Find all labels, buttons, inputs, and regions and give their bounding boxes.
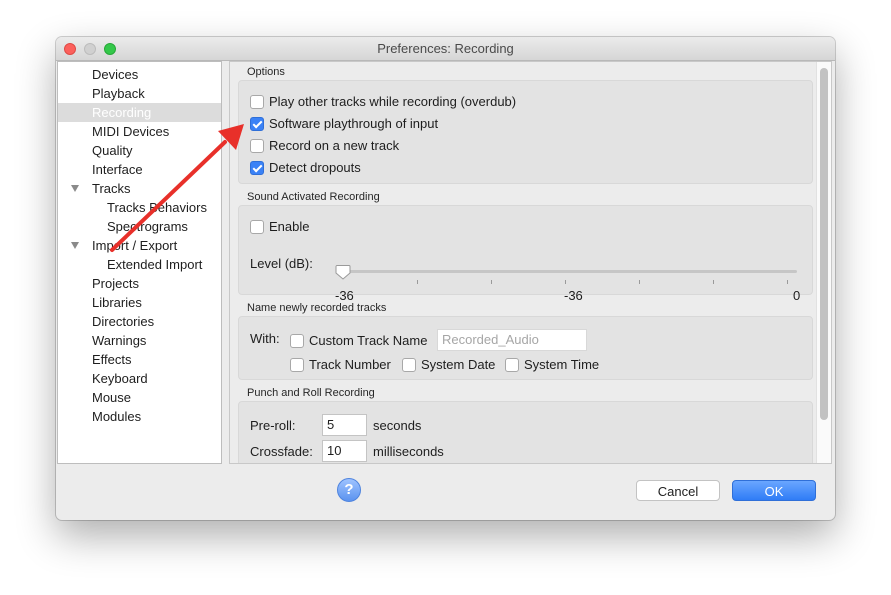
window-title: Preferences: Recording: [377, 41, 514, 56]
sidebar-item-label: Interface: [92, 162, 143, 177]
slider-tick: [565, 280, 566, 284]
sidebar-item-quality[interactable]: Quality: [58, 141, 221, 160]
system-date-label: System Date: [421, 357, 496, 372]
cancel-button[interactable]: Cancel: [636, 480, 720, 501]
sidebar-item-interface[interactable]: Interface: [58, 160, 221, 179]
sidebar-item-label: Extended Import: [107, 257, 203, 272]
recording-settings-panel: Options Play other tracks while recordin…: [229, 61, 832, 464]
custom-track-name-label: Custom Track Name: [309, 333, 428, 348]
sidebar-item-spectrograms[interactable]: Spectrograms: [58, 217, 221, 236]
new-track-label: Record on a new track: [269, 138, 400, 153]
sidebar-item-libraries[interactable]: Libraries: [58, 293, 221, 312]
with-label: With:: [250, 331, 280, 346]
slider-mid-label: -36: [564, 288, 583, 303]
scrollbar-thumb[interactable]: [820, 68, 828, 420]
disclosure-triangle-icon[interactable]: [71, 185, 79, 192]
slider-min-label: -36: [335, 288, 354, 303]
system-time-checkbox[interactable]: [505, 358, 519, 372]
sidebar-item-label: Libraries: [92, 295, 142, 310]
sidebar-item-label: Effects: [92, 352, 132, 367]
overdub-label: Play other tracks while recording (overd…: [269, 94, 517, 109]
preferences-window: Preferences: Recording Devices Playback …: [56, 37, 835, 520]
sound-activated-group: [238, 205, 813, 295]
preroll-label: Pre-roll:: [250, 418, 296, 433]
sidebar-item-tracks-behaviors[interactable]: Tracks Behaviors: [58, 198, 221, 217]
sidebar-item-label: Spectrograms: [107, 219, 188, 234]
playthrough-checkbox[interactable]: [250, 117, 264, 131]
overdub-checkbox[interactable]: [250, 95, 264, 109]
sidebar-item-tracks[interactable]: Tracks: [58, 179, 221, 198]
sidebar-item-label: Tracks Behaviors: [107, 200, 207, 215]
sidebar-item-label: Modules: [92, 409, 142, 424]
sidebar-item-extended-import[interactable]: Extended Import: [58, 255, 221, 274]
sidebar-item-label: Directories: [92, 314, 155, 329]
crossfade-unit: milliseconds: [373, 444, 444, 459]
slider-tick: [417, 280, 418, 284]
vertical-scrollbar[interactable]: [816, 62, 831, 463]
slider-tick: [639, 280, 640, 284]
sidebar-item-label: Playback: [92, 86, 145, 101]
sidebar-item-label: Devices: [92, 67, 139, 82]
custom-track-name-input[interactable]: Recorded_Audio: [437, 329, 587, 351]
sound-activated-enable-label: Enable: [269, 219, 310, 234]
sidebar-item-label: Warnings: [92, 333, 147, 348]
sidebar-item-warnings[interactable]: Warnings: [58, 331, 221, 350]
sidebar-item-mouse[interactable]: Mouse: [58, 388, 221, 407]
sidebar-item-label: Projects: [92, 276, 139, 291]
track-number-checkbox[interactable]: [290, 358, 304, 372]
level-label: Level (dB):: [250, 256, 313, 271]
sidebar-item-label: Mouse: [92, 390, 132, 405]
crossfade-label: Crossfade:: [250, 444, 313, 459]
custom-track-name-checkbox[interactable]: [290, 334, 304, 348]
sidebar-item-playback[interactable]: Playback: [58, 84, 221, 103]
sidebar-item-devices[interactable]: Devices: [58, 65, 221, 84]
sidebar-item-import-export[interactable]: Import / Export: [58, 236, 221, 255]
crossfade-input[interactable]: 10: [322, 440, 367, 462]
title-bar: Preferences: Recording: [56, 37, 835, 61]
sidebar-item-directories[interactable]: Directories: [58, 312, 221, 331]
options-heading: Options: [247, 66, 285, 78]
sidebar-item-label: MIDI Devices: [92, 124, 170, 139]
preroll-input[interactable]: 5: [322, 414, 367, 436]
slider-tick: [491, 280, 492, 284]
sidebar-item-modules[interactable]: Modules: [58, 407, 221, 426]
slider-tick: [787, 280, 788, 284]
sound-activated-heading: Sound Activated Recording: [247, 191, 380, 203]
system-date-checkbox[interactable]: [402, 358, 416, 372]
punch-roll-heading: Punch and Roll Recording: [247, 387, 375, 399]
detect-dropouts-label: Detect dropouts: [269, 160, 361, 175]
sidebar-item-label: Recording: [92, 105, 152, 120]
help-button[interactable]: ?: [337, 478, 361, 502]
sidebar-item-label: Keyboard: [92, 371, 148, 386]
sidebar-item-label: Tracks: [92, 181, 131, 196]
sidebar-item-projects[interactable]: Projects: [58, 274, 221, 293]
new-track-checkbox[interactable]: [250, 139, 264, 153]
slider-tick: [713, 280, 714, 284]
sidebar-item-label: Import / Export: [92, 238, 178, 253]
preferences-sidebar: Devices Playback Recording MIDI Devices …: [57, 61, 222, 464]
slider-max-label: 0: [793, 288, 801, 303]
track-number-label: Track Number: [309, 357, 391, 372]
preroll-unit: seconds: [373, 418, 422, 433]
sidebar-item-recording[interactable]: Recording: [58, 103, 221, 122]
sidebar-item-effects[interactable]: Effects: [58, 350, 221, 369]
level-slider-knob[interactable]: [335, 264, 351, 280]
sidebar-item-label: Quality: [92, 143, 133, 158]
level-slider-track[interactable]: [343, 270, 797, 273]
ok-button[interactable]: OK: [732, 480, 816, 501]
sound-activated-enable-checkbox[interactable]: [250, 220, 264, 234]
sidebar-item-keyboard[interactable]: Keyboard: [58, 369, 221, 388]
naming-heading: Name newly recorded tracks: [247, 302, 387, 314]
system-time-label: System Time: [524, 357, 600, 372]
detect-dropouts-checkbox[interactable]: [250, 161, 264, 175]
playthrough-label: Software playthrough of input: [269, 116, 439, 131]
sidebar-item-midi-devices[interactable]: MIDI Devices: [58, 122, 221, 141]
disclosure-triangle-icon[interactable]: [71, 242, 79, 249]
